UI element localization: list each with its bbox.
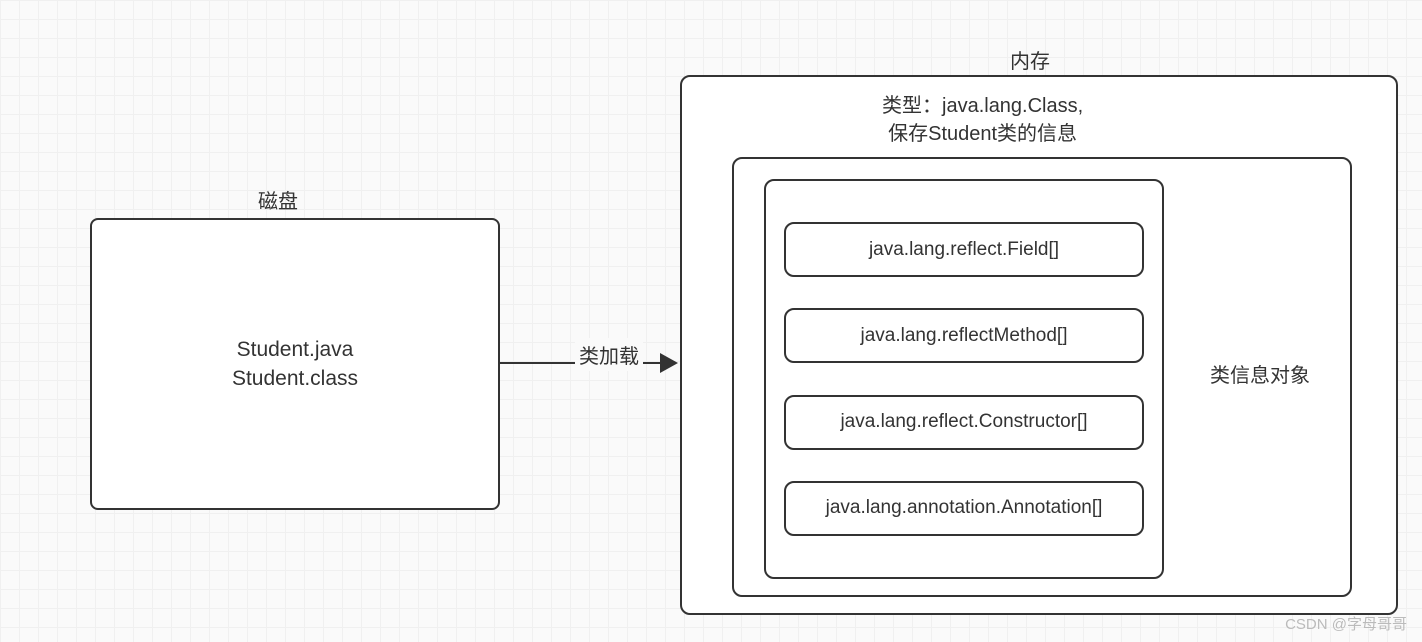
class-info-side-label: 类信息对象 (1210, 359, 1310, 388)
class-info-header: 类型：java.lang.Class, 保存Student类的信息 (882, 92, 1083, 148)
memory-label: 内存 (1010, 45, 1050, 74)
class-info-line1: 类型：java.lang.Class, (882, 92, 1083, 120)
disk-file-class: Student.class (232, 364, 358, 393)
reflect-method-item: java.lang.reflectMethod[] (784, 308, 1144, 363)
arrow-head-icon (660, 353, 678, 373)
reflect-field-item: java.lang.reflect.Field[] (784, 222, 1144, 277)
reflect-annotation-item: java.lang.annotation.Annotation[] (784, 481, 1144, 536)
class-info-inner-box: java.lang.reflect.Field[] java.lang.refl… (732, 157, 1352, 597)
reflect-constructor-item: java.lang.reflect.Constructor[] (784, 395, 1144, 450)
disk-file-java: Student.java (237, 335, 354, 364)
memory-box: 类型：java.lang.Class, 保存Student类的信息 java.l… (680, 75, 1398, 615)
disk-label: 磁盘 (258, 185, 298, 214)
arrow-label: 类加载 (575, 338, 643, 371)
class-info-line2: 保存Student类的信息 (882, 120, 1083, 148)
reflect-container: java.lang.reflect.Field[] java.lang.refl… (764, 179, 1164, 579)
disk-box: Student.java Student.class (90, 218, 500, 510)
watermark: CSDN @字母哥哥 (1285, 613, 1407, 634)
